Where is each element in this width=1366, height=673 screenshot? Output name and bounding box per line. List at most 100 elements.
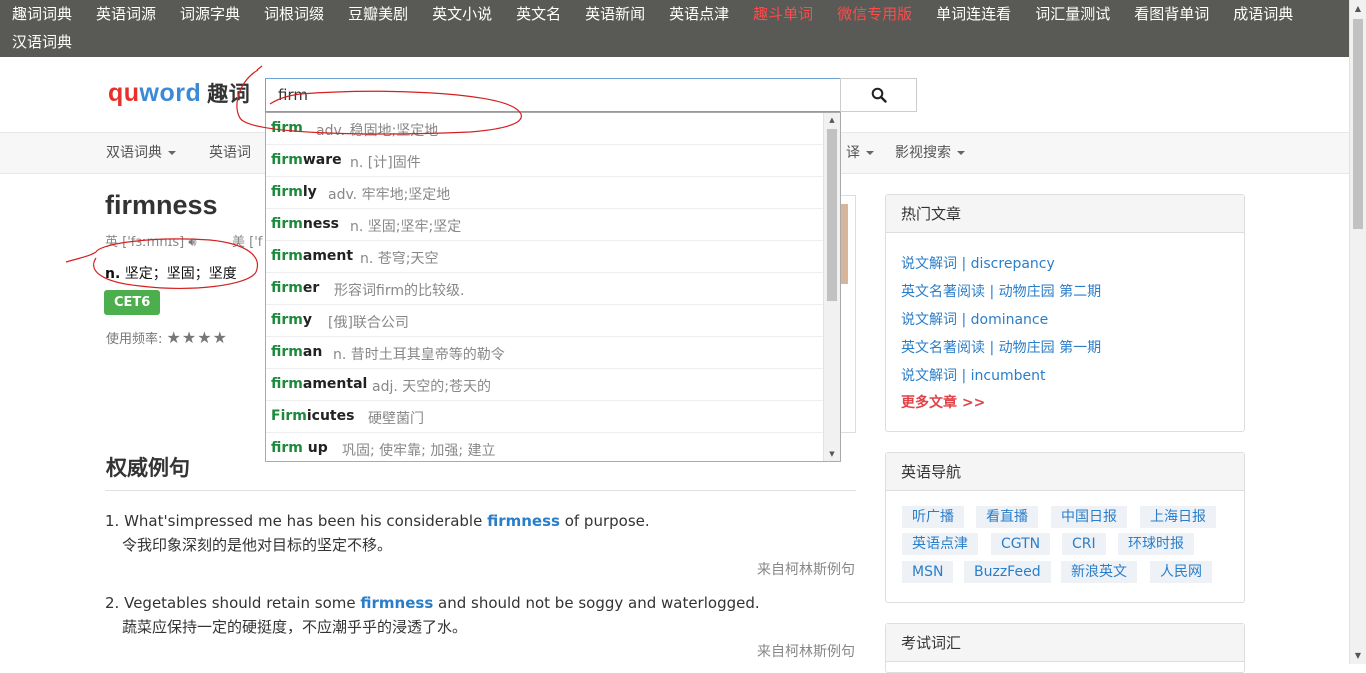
suggestion-definition: adv. 稳固地;坚定地: [316, 123, 439, 139]
article-link[interactable]: 说文解词 | discrepancy: [901, 253, 1055, 273]
subnav-english-dict[interactable]: 英语词: [209, 133, 251, 173]
suggestion-item[interactable]: firmly adv. 牢牢地;坚定地: [266, 177, 824, 209]
us-pronunciation[interactable]: 美 ['f: [232, 231, 262, 250]
frequency-stars: ★★★★: [166, 328, 228, 347]
suggestion-definition: 硬壁菌门: [368, 411, 424, 427]
nav-tag-link[interactable]: 新浪英文: [1061, 561, 1137, 583]
speaker-icon[interactable]: 🔊︎: [188, 235, 196, 250]
suggestion-rest: ament: [302, 248, 354, 264]
us-phonetic: ['f: [249, 235, 263, 250]
nav-tag-link[interactable]: CGTN: [991, 533, 1051, 555]
suggestion-rest: er: [302, 280, 320, 296]
page-scrollbar[interactable]: ▲ ▼: [1349, 0, 1366, 664]
nav-tag-link[interactable]: CRI: [1062, 533, 1106, 555]
top-nav-link[interactable]: 英语新闻: [573, 0, 657, 28]
suggestion-rest: amental: [302, 376, 368, 392]
article-link[interactable]: 说文解词 | incumbent: [901, 365, 1045, 385]
suggestion-item[interactable]: firmware n. [计]固件: [266, 145, 824, 177]
suggestion-item[interactable]: firmness n. 坚固;坚牢;坚定: [266, 209, 824, 241]
nav-tag-link[interactable]: 上海日报: [1140, 506, 1216, 528]
scroll-down-arrow-icon[interactable]: ▼: [824, 447, 840, 461]
nav-tag-link[interactable]: BuzzFeed: [964, 561, 1051, 583]
top-nav-link[interactable]: 看图背单词: [1122, 0, 1221, 28]
suggestion-rest: ness: [302, 216, 340, 232]
dropdown-scrollbar[interactable]: ▲ ▼: [823, 113, 840, 461]
scroll-up-arrow-icon[interactable]: ▲: [1350, 0, 1366, 17]
suggestion-item[interactable]: firmy [俄]联合公司: [266, 305, 824, 337]
subnav-translate[interactable]: 译: [846, 133, 874, 173]
example-text: What'simpressed me has been his consider…: [124, 512, 488, 530]
top-nav-link[interactable]: 英文小说: [420, 0, 504, 28]
suggestion-definition: n. 坚固;坚牢;坚定: [350, 219, 462, 235]
suggestion-match: Firm: [271, 408, 307, 424]
nav-tag-link[interactable]: 看直播: [976, 506, 1038, 528]
autocomplete-dropdown: firm adv. 稳固地;坚定地 firmware n. [计]固件 firm…: [265, 112, 841, 462]
search-box[interactable]: [265, 78, 841, 112]
top-nav-link[interactable]: 词根词缀: [252, 0, 336, 28]
scroll-down-arrow-icon[interactable]: ▼: [1350, 647, 1366, 664]
nav-tag-link[interactable]: 环球时报: [1118, 533, 1194, 555]
suggestion-item[interactable]: firm up 巩固; 使牢靠; 加强; 建立: [266, 433, 824, 461]
article-link[interactable]: 英文名著阅读 | 动物庄园 第二期: [901, 281, 1101, 301]
scrollbar-thumb[interactable]: [1353, 19, 1363, 229]
level-badge[interactable]: CET6: [104, 290, 161, 315]
suggestion-item[interactable]: firmamental adj. 天空的;苍天的: [266, 369, 824, 401]
suggestion-item[interactable]: Firmicutes 硬壁菌门: [266, 401, 824, 433]
top-nav-link-highlight[interactable]: 微信专用版: [825, 0, 924, 28]
nav-tag-link[interactable]: MSN: [902, 561, 954, 583]
suggestion-definition: adj. 天空的;苍天的: [372, 379, 491, 395]
panel-title: 热门文章: [886, 195, 1244, 233]
suggestion-item[interactable]: firmament n. 苍穹;天空: [266, 241, 824, 273]
suggestion-rest: y: [302, 312, 313, 328]
suggestion-item[interactable]: firmer 形容词firm的比较级.: [266, 273, 824, 305]
panel-title: 英语导航: [886, 453, 1244, 491]
top-nav-link[interactable]: 词汇量测试: [1023, 0, 1122, 28]
top-nav-link[interactable]: 汉语词典: [0, 28, 84, 56]
dropdown-scrollbar-thumb[interactable]: [827, 129, 837, 301]
top-nav-link[interactable]: 英语点津: [657, 0, 741, 28]
top-nav-link-highlight[interactable]: 趣斗单词: [741, 0, 825, 28]
example-keyword[interactable]: firmness: [487, 512, 560, 530]
scroll-up-arrow-icon[interactable]: ▲: [824, 113, 840, 127]
word-definition: n. 坚定；坚固；坚度: [105, 263, 237, 283]
article-link[interactable]: 英文名著阅读 | 动物庄园 第一期: [901, 337, 1101, 357]
top-nav-link[interactable]: 单词连连看: [924, 0, 1023, 28]
top-navigation-bar: 趣词词典 英语词源 词源字典 词根词缀 豆瓣美剧 英文小说 英文名 英语新闻 英…: [0, 0, 1349, 57]
nav-tag-link[interactable]: 英语点津: [902, 533, 978, 555]
top-nav-link[interactable]: 成语词典: [1221, 0, 1305, 28]
suggestion-rest: ly: [302, 184, 317, 200]
top-nav-link[interactable]: 英语词源: [84, 0, 168, 28]
top-nav-row-2: 汉语词典: [0, 28, 84, 56]
more-articles-link[interactable]: 更多文章 >>: [901, 392, 985, 412]
search-input[interactable]: [266, 79, 840, 111]
divider: [105, 490, 856, 491]
suggestion-item[interactable]: firman n. 昔时土耳其皇帝等的勒令: [266, 337, 824, 369]
caret-down-icon: [866, 151, 874, 155]
suggestion-match: firm: [271, 184, 303, 200]
example-keyword[interactable]: firmness: [360, 594, 433, 612]
site-logo[interactable]: quword 趣词: [108, 78, 250, 108]
subnav-video-search[interactable]: 影视搜索: [895, 133, 965, 173]
example-sentence-cn: 蔬菜应保持一定的硬挺度，不应潮乎乎的浸透了水。: [122, 618, 468, 636]
uk-pronunciation[interactable]: 英 ['fɜːmnɪs] 🔊︎: [105, 231, 197, 250]
suggestion-match: firm: [271, 440, 303, 456]
word-title: firmness: [105, 190, 218, 220]
suggestion-match: firm: [271, 376, 303, 392]
top-nav-link[interactable]: 英文名: [504, 0, 573, 28]
article-link[interactable]: 说文解词 | dominance: [901, 309, 1048, 329]
suggestion-match: firm: [271, 280, 303, 296]
top-nav-link[interactable]: 词源字典: [168, 0, 252, 28]
panel-title: 考试词汇: [886, 624, 1244, 662]
top-nav-link[interactable]: 趣词词典: [0, 0, 84, 28]
search-button[interactable]: [840, 78, 917, 112]
suggestion-item[interactable]: firm adv. 稳固地;坚定地: [266, 113, 824, 145]
nav-tag-link[interactable]: 人民网: [1150, 561, 1212, 583]
nav-tag-link[interactable]: 中国日报: [1051, 506, 1127, 528]
examples-heading: 权威例句: [106, 456, 190, 480]
nav-tag-link[interactable]: 听广播: [902, 506, 964, 528]
subnav-bilingual-dict[interactable]: 双语词典: [106, 133, 176, 173]
top-nav-link[interactable]: 豆瓣美剧: [336, 0, 420, 28]
suggestion-definition: n. 苍穹;天空: [360, 251, 439, 267]
example-source: 来自柯林斯例句: [757, 562, 855, 578]
logo-part-word: word: [139, 79, 202, 107]
